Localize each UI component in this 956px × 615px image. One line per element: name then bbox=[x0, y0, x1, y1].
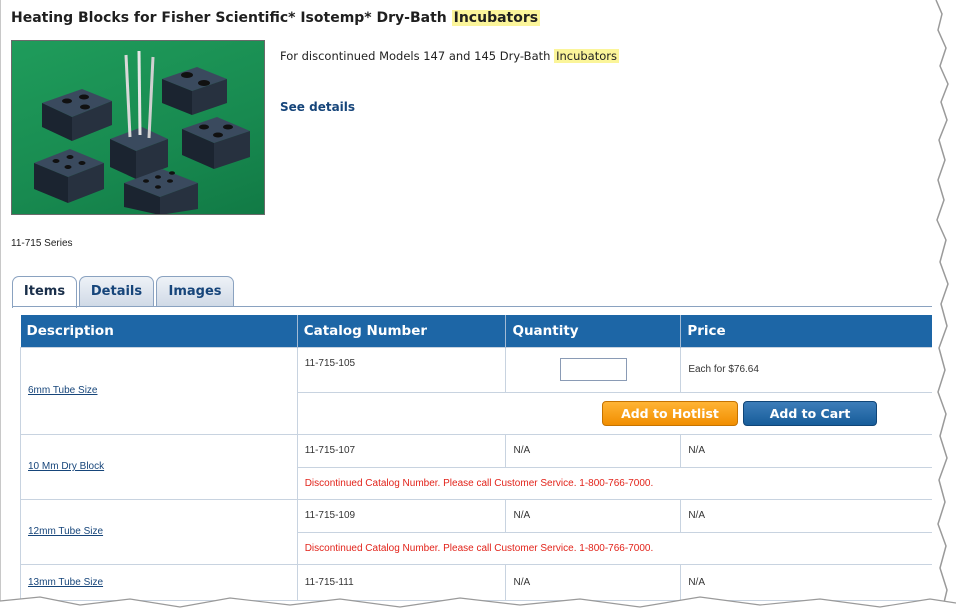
table-row: 6mm Tube Size 11-715-105 Each for $76.64 bbox=[20, 346, 935, 435]
torn-edge-right bbox=[932, 0, 956, 615]
item-link-13mm[interactable]: 13mm Tube Size bbox=[28, 577, 103, 588]
series-label: 11-715 Series bbox=[11, 238, 73, 249]
header-quantity: Quantity bbox=[505, 315, 682, 347]
tab-images[interactable]: Images bbox=[156, 276, 234, 307]
row-actions: Add to Hotlist Add to Cart bbox=[296, 391, 936, 435]
row-price: N/A bbox=[680, 433, 935, 468]
add-to-hotlist-button[interactable]: Add to Hotlist bbox=[602, 400, 738, 426]
table-header-row: Description Catalog Number Quantity Pric… bbox=[20, 315, 935, 347]
row-catalog: 11-715-105 bbox=[296, 346, 507, 393]
row-quantity: N/A bbox=[505, 498, 682, 533]
block-shape bbox=[42, 89, 112, 141]
torn-edge-bottom bbox=[0, 596, 956, 615]
row-price: N/A bbox=[680, 498, 935, 533]
row-quantity bbox=[505, 346, 682, 393]
see-details-link[interactable]: See details bbox=[280, 100, 355, 114]
page-frame: Heating Blocks for Fisher Scientific* Is… bbox=[0, 0, 947, 615]
product-image[interactable] bbox=[11, 40, 265, 215]
row-description: 12mm Tube Size bbox=[20, 498, 298, 565]
subtitle-highlight: Incubators bbox=[554, 49, 619, 63]
item-link-6mm[interactable]: 6mm Tube Size bbox=[28, 385, 97, 396]
subtitle-text: For discontinued Models 147 and 145 Dry-… bbox=[280, 49, 551, 63]
tab-details[interactable]: Details bbox=[79, 276, 154, 307]
row-description: 10 Mm Dry Block bbox=[20, 433, 298, 500]
tab-items[interactable]: Items bbox=[12, 276, 77, 308]
title-text: Heating Blocks for Fisher Scientific* Is… bbox=[11, 10, 447, 26]
add-to-cart-button[interactable]: Add to Cart bbox=[743, 400, 877, 426]
header-description: Description bbox=[20, 315, 298, 347]
table-row: 12mm Tube Size 11-715-109 N/A N/A bbox=[20, 498, 935, 565]
row-catalog: 11-715-109 bbox=[296, 498, 507, 533]
discontinued-notice: Discontinued Catalog Number. Please call… bbox=[296, 466, 936, 500]
tab-divider bbox=[12, 306, 938, 307]
product-subtitle: For discontinued Models 147 and 145 Dry-… bbox=[280, 49, 619, 63]
row-quantity: N/A bbox=[505, 433, 682, 468]
header-price: Price bbox=[680, 315, 935, 347]
row-price: Each for $76.64 bbox=[680, 346, 935, 393]
item-link-12mm[interactable]: 12mm Tube Size bbox=[28, 526, 103, 537]
header-catalog-number: Catalog Number bbox=[297, 315, 507, 347]
item-link-10mm[interactable]: 10 Mm Dry Block bbox=[28, 461, 104, 472]
items-table: Description Catalog Number Quantity Pric… bbox=[20, 315, 936, 601]
discontinued-notice: Discontinued Catalog Number. Please call… bbox=[296, 531, 936, 565]
quantity-input[interactable] bbox=[559, 358, 627, 381]
row-description: 6mm Tube Size bbox=[20, 346, 298, 435]
title-highlight: Incubators bbox=[451, 10, 541, 26]
row-catalog: 11-715-107 bbox=[296, 433, 507, 468]
table-row: 10 Mm Dry Block 11-715-107 N/A N/A bbox=[20, 433, 935, 500]
heating-blocks-illustration bbox=[34, 50, 250, 214]
page-title: Heating Blocks for Fisher Scientific* Is… bbox=[11, 10, 541, 26]
